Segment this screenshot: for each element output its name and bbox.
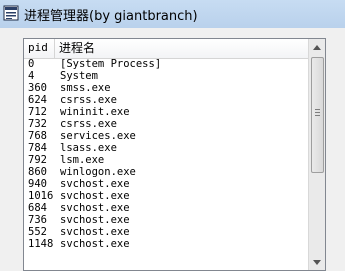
pid-cell: 712 — [28, 106, 47, 118]
pid-cell: 552 — [28, 226, 47, 238]
app-icon[interactable] — [3, 5, 19, 21]
list-header: pid 进程名 — [24, 39, 311, 59]
process-name-cell: wininit.exe — [60, 106, 130, 118]
list-item[interactable]: 860 winlogon.exe — [24, 166, 311, 178]
list-item[interactable]: 552 svchost.exe — [24, 226, 311, 238]
process-name-cell: svchost.exe — [60, 190, 130, 202]
pid-cell: 792 — [28, 154, 47, 166]
pid-cell: 732 — [28, 118, 47, 130]
pid-cell: 1016 — [28, 190, 54, 202]
window-title: 进程管理器(by giantbranch) — [24, 9, 198, 24]
list-item[interactable]: 4 System — [24, 70, 311, 82]
process-name-cell: System — [60, 70, 98, 82]
list-item[interactable]: 792 lsm.exe — [24, 154, 311, 166]
process-name-cell: winlogon.exe — [60, 166, 136, 178]
vertical-scrollbar[interactable] — [308, 39, 325, 270]
process-name-cell: svchost.exe — [60, 214, 130, 226]
process-name-cell: svchost.exe — [60, 178, 130, 190]
pid-cell: 940 — [28, 178, 47, 190]
list-item[interactable]: 732 csrss.exe — [24, 118, 311, 130]
pid-cell: 784 — [28, 142, 47, 154]
main-window: pid 进程名 0 [System Process] 4 System 360 sms… — [0, 28, 345, 271]
list-item[interactable]: 624 csrss.exe — [24, 94, 311, 106]
process-name-cell: svchost.exe — [60, 202, 130, 214]
list-item[interactable]: 712 wininit.exe — [24, 106, 311, 118]
thumb-grip — [315, 115, 320, 116]
process-name-cell: svchost.exe — [60, 238, 130, 250]
process-name-cell: csrss.exe — [60, 94, 117, 106]
list-item[interactable]: 0 [System Process] — [24, 58, 311, 70]
process-name-cell: svchost.exe — [60, 226, 130, 238]
pid-cell: 1148 — [28, 238, 54, 250]
column-header-process-name[interactable]: 进程名 — [55, 39, 311, 58]
process-name-cell: services.exe — [60, 130, 136, 142]
pid-cell: 624 — [28, 94, 47, 106]
list-rows: 0 [System Process] 4 System 360 smss.exe 62… — [24, 58, 311, 250]
process-name-cell: lsass.exe — [60, 142, 117, 154]
list-item[interactable]: 1016 svchost.exe — [24, 190, 311, 202]
scrollbar-thumb[interactable] — [311, 57, 324, 173]
pid-cell: 0 — [28, 58, 35, 70]
thumb-grip — [315, 109, 320, 110]
process-list[interactable]: pid 进程名 0 [System Process] 4 System 360 sms… — [23, 38, 326, 271]
title-bar[interactable]: 进程管理器(by giantbranch) — [0, 0, 345, 29]
scroll-up-button[interactable] — [309, 39, 325, 55]
pid-cell: 684 — [28, 202, 47, 214]
list-item[interactable]: 360 smss.exe — [24, 82, 311, 94]
scroll-down-button[interactable] — [309, 254, 325, 270]
list-item[interactable]: 768 services.exe — [24, 130, 311, 142]
process-name-cell: csrss.exe — [60, 118, 117, 130]
thumb-grip — [315, 112, 320, 113]
list-item[interactable]: 736 svchost.exe — [24, 214, 311, 226]
pid-cell: 860 — [28, 166, 47, 178]
list-item[interactable]: 940 svchost.exe — [24, 178, 311, 190]
pid-cell: 360 — [28, 82, 47, 94]
list-item[interactable]: 684 svchost.exe — [24, 202, 311, 214]
list-item[interactable]: 1148 svchost.exe — [24, 238, 311, 250]
chevron-up-icon — [313, 44, 321, 50]
process-name-cell: lsm.exe — [60, 154, 105, 166]
column-header-pid[interactable]: pid — [24, 39, 55, 58]
process-name-cell: smss.exe — [60, 82, 111, 94]
pid-cell: 4 — [28, 70, 35, 82]
process-name-cell: [System Process] — [60, 58, 162, 70]
list-item[interactable]: 784 lsass.exe — [24, 142, 311, 154]
pid-cell: 768 — [28, 130, 47, 142]
pid-cell: 736 — [28, 214, 47, 226]
chevron-down-icon — [313, 259, 321, 265]
